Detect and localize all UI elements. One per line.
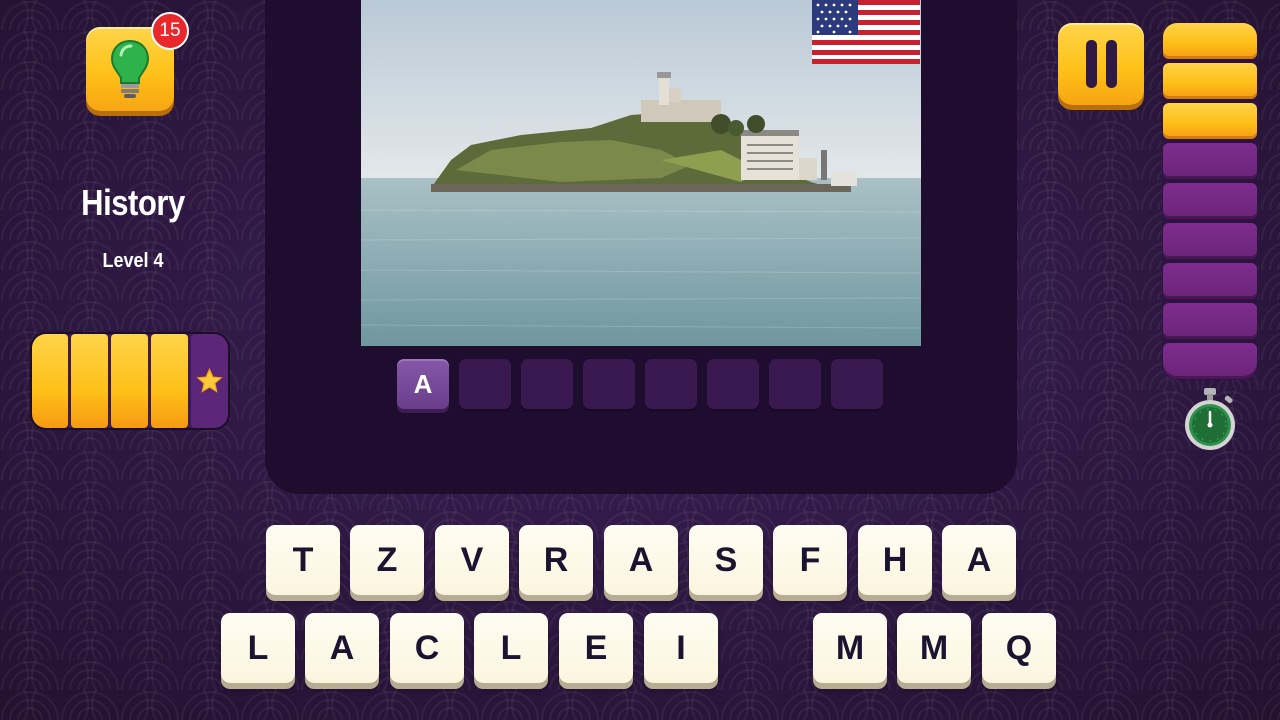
timer-segment bbox=[1163, 263, 1257, 299]
timer-segment bbox=[1163, 63, 1257, 99]
level-progress-bar bbox=[30, 332, 230, 430]
letter-key-e[interactable]: E bbox=[559, 613, 633, 683]
answer-slot-6[interactable] bbox=[707, 359, 759, 409]
answer-slot-7[interactable] bbox=[769, 359, 821, 409]
letter-key-l[interactable]: L bbox=[221, 613, 295, 683]
letter-key-c[interactable]: C bbox=[390, 613, 464, 683]
letter-key-a[interactable]: A bbox=[942, 525, 1016, 595]
letter-key-r[interactable]: R bbox=[519, 525, 593, 595]
letter-key-i[interactable]: I bbox=[644, 613, 718, 683]
letter-key-q[interactable]: Q bbox=[982, 613, 1056, 683]
progress-segment bbox=[32, 334, 68, 428]
timer-segment bbox=[1163, 103, 1257, 139]
us-flag-icon[interactable] bbox=[812, 0, 920, 64]
letter-key-t[interactable]: T bbox=[266, 525, 340, 595]
progress-segment bbox=[151, 334, 188, 428]
timer-segment bbox=[1163, 303, 1257, 339]
stopwatch-icon bbox=[1182, 388, 1238, 457]
letter-key-m[interactable]: M bbox=[813, 613, 887, 683]
letter-key-m[interactable]: M bbox=[897, 613, 971, 683]
timer-segment bbox=[1163, 223, 1257, 259]
timer-segment bbox=[1163, 23, 1257, 59]
pause-button[interactable] bbox=[1058, 23, 1144, 105]
progress-reward-segment bbox=[191, 334, 228, 428]
star-icon bbox=[196, 367, 223, 393]
answer-slot-5[interactable] bbox=[645, 359, 697, 409]
letter-key-s[interactable]: S bbox=[689, 525, 763, 595]
answer-slot-2[interactable] bbox=[459, 359, 511, 409]
timer-segment bbox=[1163, 143, 1257, 179]
progress-segment bbox=[71, 334, 108, 428]
hint-count-badge: 15 bbox=[151, 12, 189, 50]
timer-segment bbox=[1163, 183, 1257, 219]
answer-slot-3[interactable] bbox=[521, 359, 573, 409]
letter-key-a[interactable]: A bbox=[604, 525, 678, 595]
letter-key-v[interactable]: V bbox=[435, 525, 509, 595]
category-title: History bbox=[81, 182, 185, 223]
letter-key-l[interactable]: L bbox=[474, 613, 548, 683]
answer-slot-4[interactable] bbox=[583, 359, 635, 409]
letter-key-f[interactable]: F bbox=[773, 525, 847, 595]
lightbulb-icon bbox=[110, 39, 150, 98]
answer-slot-1[interactable]: A bbox=[397, 359, 449, 409]
level-label: Level 4 bbox=[102, 250, 164, 272]
answer-slot-8[interactable] bbox=[831, 359, 883, 409]
letter-key-h[interactable]: H bbox=[858, 525, 932, 595]
letter-key-z[interactable]: Z bbox=[350, 525, 424, 595]
letter-key-a[interactable]: A bbox=[305, 613, 379, 683]
progress-segment bbox=[111, 334, 148, 428]
timer-segment bbox=[1163, 343, 1257, 379]
